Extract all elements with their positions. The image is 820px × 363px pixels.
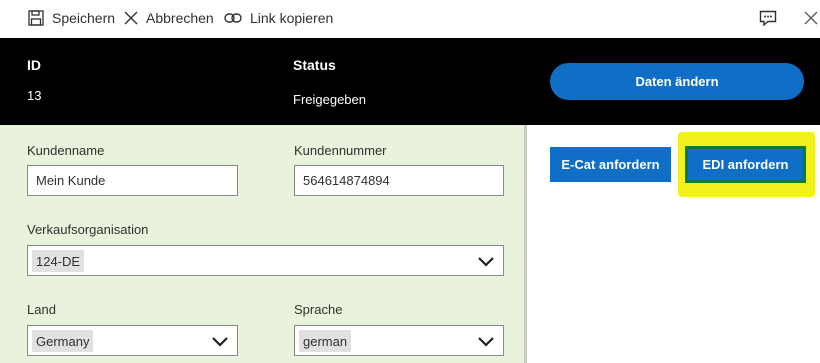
customer-name-input[interactable]: Mein Kunde [27, 165, 238, 196]
cancel-button[interactable]: Abbrechen [124, 0, 214, 36]
status-value: Freigegeben [293, 92, 366, 107]
sales-org-select[interactable]: 124-DE [27, 245, 504, 276]
customer-name-label: Kundenname [27, 143, 105, 158]
save-button[interactable]: Speichern [28, 0, 115, 36]
country-select[interactable]: Germany [27, 325, 238, 356]
feedback-icon[interactable] [759, 9, 777, 27]
country-value: Germany [32, 330, 94, 352]
id-value: 13 [27, 88, 42, 103]
customer-form: Kundenname Mein Kunde Kundennummer 56461… [0, 125, 527, 363]
sales-org-value: 124-DE [32, 250, 85, 272]
close-icon[interactable] [802, 9, 820, 27]
country-label: Land [27, 302, 56, 317]
change-data-button[interactable]: Daten ändern [550, 63, 804, 100]
command-bar: Speichern Abbrechen Link kopieren [0, 0, 820, 38]
language-label: Sprache [294, 302, 343, 317]
chevron-down-icon [477, 334, 495, 348]
language-value: german [299, 330, 352, 352]
record-header: ID 13 Status Freigegeben Daten ändern [0, 38, 820, 125]
language-select[interactable]: german [294, 325, 504, 356]
copy-link-button[interactable]: Link kopieren [224, 0, 333, 36]
save-label: Speichern [52, 10, 116, 26]
request-ecat-button[interactable]: E-Cat anfordern [550, 147, 671, 182]
customer-number-label: Kundennummer [294, 143, 387, 158]
link-icon [224, 11, 242, 25]
customer-number-input[interactable]: 564614874894 [294, 165, 504, 196]
chevron-down-icon [211, 334, 229, 348]
save-icon [28, 10, 44, 26]
cancel-icon [124, 11, 138, 25]
sales-org-label: Verkaufsorganisation [27, 222, 149, 237]
copy-link-label: Link kopieren [250, 10, 334, 26]
cancel-label: Abbrechen [146, 10, 214, 26]
status-label: Status [293, 57, 336, 73]
chevron-down-icon [477, 254, 495, 268]
id-label: ID [27, 57, 41, 73]
request-edi-button[interactable]: EDI anfordern [685, 146, 806, 183]
